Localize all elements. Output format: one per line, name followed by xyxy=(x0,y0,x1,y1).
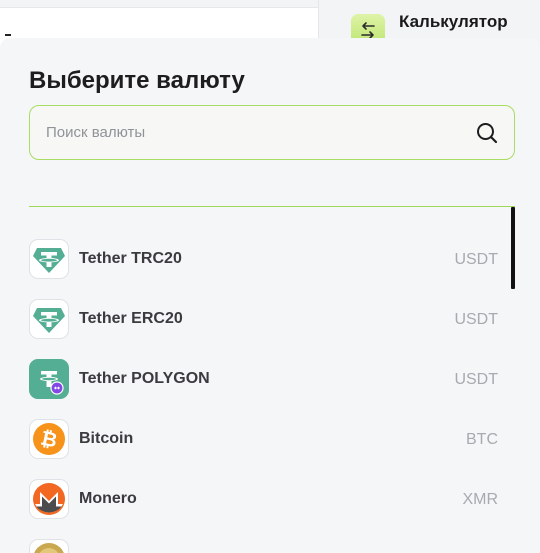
currency-item-bitcoin[interactable]: ₿ Bitcoin BTC xyxy=(0,388,510,459)
currency-item-tether-polygon[interactable]: Tether POLYGON USDT xyxy=(0,328,510,399)
coin-icon xyxy=(29,539,69,553)
modal-title: Выберите валюту xyxy=(29,67,245,94)
calculator-title: Калькулятор xyxy=(399,12,508,31)
search-input[interactable] xyxy=(46,106,446,159)
currency-item-tether-trc20[interactable]: Tether TRC20 USDT xyxy=(0,208,510,279)
currency-ticker: USDT xyxy=(454,311,498,328)
search-icon[interactable] xyxy=(476,122,498,144)
currency-item-partial[interactable] xyxy=(0,508,510,553)
currency-item-tether-erc20[interactable]: Tether ERC20 USDT xyxy=(0,268,510,339)
currency-list: Tether TRC20 USDT Tether ERC20 USDT Teth… xyxy=(0,208,540,553)
background-dash xyxy=(5,34,11,36)
currency-ticker: USDT xyxy=(454,371,498,388)
currency-ticker: BTC xyxy=(466,431,498,448)
currency-name: Monero xyxy=(79,490,137,507)
currency-item-monero[interactable]: Monero XMR xyxy=(0,448,510,519)
currency-ticker: XMR xyxy=(462,491,498,508)
currency-name: Tether POLYGON xyxy=(79,370,210,387)
background-divider xyxy=(0,0,318,8)
currency-name: Tether TRC20 xyxy=(79,250,182,267)
currency-name: Bitcoin xyxy=(79,430,134,447)
currency-name: Tether ERC20 xyxy=(79,310,183,327)
currency-ticker: USDT xyxy=(454,251,498,268)
search-box[interactable] xyxy=(29,105,515,160)
currency-select-modal: Выберите валюту Tether TRC20 USDT xyxy=(0,38,540,553)
list-divider xyxy=(29,206,515,207)
